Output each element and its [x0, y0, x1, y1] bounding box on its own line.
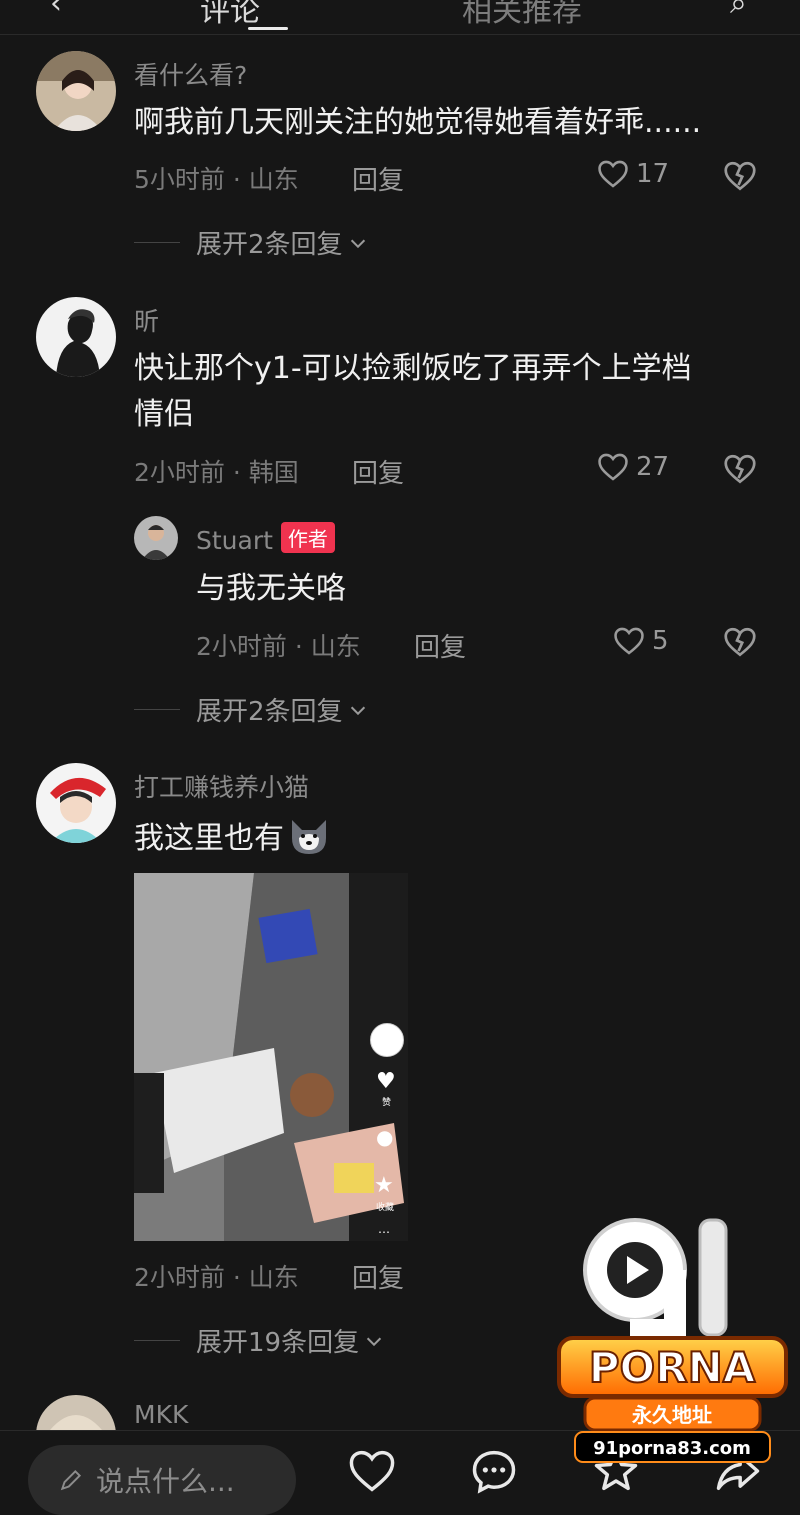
chevron-down-icon: [366, 1337, 382, 1346]
reply-button[interactable]: 回复: [352, 160, 404, 197]
watermark-title: PORNA: [589, 1343, 756, 1392]
divider-line: [134, 709, 180, 710]
comment-username[interactable]: MKK: [134, 1400, 188, 1429]
thumbnail-fav-label: 收藏: [376, 1203, 395, 1213]
comment-input-placeholder: 说点什么...: [96, 1465, 235, 1498]
divider-line: [134, 242, 180, 243]
comment-button[interactable]: [468, 1445, 520, 1497]
watermark-subtitle: 永久地址: [631, 1403, 712, 1427]
comment-image[interactable]: ♥ 赞 ● ★ 收藏 ⋯: [134, 873, 408, 1241]
divider-line: [134, 1340, 180, 1341]
avatar[interactable]: [36, 51, 116, 131]
reply-button[interactable]: 回复: [414, 627, 466, 664]
pencil-icon: [60, 1469, 82, 1491]
comment-text-content: 我这里也有: [134, 821, 284, 856]
chevron-down-icon: [350, 239, 365, 248]
tab-comments[interactable]: 评论: [200, 0, 260, 30]
top-tab-bar: ‹ 评论 相关推荐 ⌕: [0, 0, 800, 35]
like-button[interactable]: [346, 1445, 398, 1497]
creator-avatar-icon: [370, 1023, 404, 1057]
comment-username[interactable]: 看什么看?: [134, 56, 247, 92]
heart-outline-icon: [614, 627, 644, 655]
heart-icon: ♥: [376, 1069, 396, 1094]
expand-replies-label: 展开19条回复: [196, 1328, 360, 1358]
reply-button[interactable]: 回复: [352, 453, 404, 490]
comment-text-line-2: 情侣: [134, 397, 194, 432]
back-icon[interactable]: ‹: [50, 0, 62, 21]
broken-heart-icon[interactable]: [722, 451, 758, 487]
expand-replies-label: 展开2条回复: [196, 697, 343, 727]
like-count: 5: [652, 626, 669, 656]
expand-replies-button[interactable]: 展开19条回复: [134, 1322, 385, 1359]
tab-related[interactable]: 相关推荐: [462, 0, 582, 30]
like-count: 27: [636, 452, 670, 482]
like-button[interactable]: 5: [612, 624, 669, 658]
comment-text-line-1: 快让那个y1-可以捡剩饭吃了再弄个上学档: [134, 351, 692, 386]
expand-replies-button[interactable]: 展开2条回复: [134, 224, 369, 261]
chevron-down-icon: [350, 706, 365, 715]
comment-username[interactable]: 昕: [134, 302, 159, 338]
comment-meta: 2小时前 · 山东: [134, 1263, 299, 1292]
star-icon: ★: [374, 1173, 394, 1198]
reply-username[interactable]: Stuart 作者: [196, 522, 335, 555]
search-icon[interactable]: ⌕: [730, 0, 747, 21]
watermark-logo: PORNA 永久地址 91porna83.com: [555, 1210, 790, 1465]
thumbnail-like-label: 赞: [382, 1098, 392, 1108]
comment-meta: 5小时前 · 山东: [134, 165, 299, 194]
like-count: 17: [636, 159, 670, 189]
heart-outline-icon: [598, 160, 628, 188]
expand-replies-label: 展开2条回复: [196, 230, 343, 260]
active-tab-indicator: [248, 27, 288, 30]
expand-replies-button[interactable]: 展开2条回复: [134, 691, 369, 728]
avatar[interactable]: [36, 297, 116, 377]
share-icon: ⋯: [378, 1225, 390, 1239]
watermark-url: 91porna83.com: [593, 1438, 751, 1459]
broken-heart-icon[interactable]: [722, 158, 758, 194]
comment-text: 啊我前几天刚关注的她觉得她看着好乖......: [134, 105, 702, 140]
comment-text: 我这里也有: [134, 812, 332, 862]
reply-text: 与我无关咯: [196, 571, 346, 606]
reply-meta: 2小时前 · 山东: [196, 632, 361, 661]
like-button[interactable]: 17: [596, 157, 669, 191]
husky-emoji-icon: [286, 812, 332, 858]
chat-bubble-icon: ●: [376, 1125, 394, 1149]
heart-outline-icon: [598, 453, 628, 481]
chat-bubble-icon: [472, 1450, 516, 1494]
comment-username[interactable]: 打工赚钱养小猫: [134, 768, 309, 804]
avatar[interactable]: [36, 763, 116, 843]
broken-heart-icon[interactable]: [722, 624, 758, 660]
reply-username-text: Stuart: [196, 526, 273, 555]
comment-input[interactable]: 说点什么...: [28, 1445, 296, 1515]
heart-outline-icon: [349, 1450, 395, 1492]
reply-button[interactable]: 回复: [352, 1258, 404, 1295]
author-badge: 作者: [280, 522, 335, 553]
comment-meta: 2小时前 · 韩国: [134, 458, 299, 487]
like-button[interactable]: 27: [596, 450, 669, 484]
avatar[interactable]: [134, 516, 178, 560]
